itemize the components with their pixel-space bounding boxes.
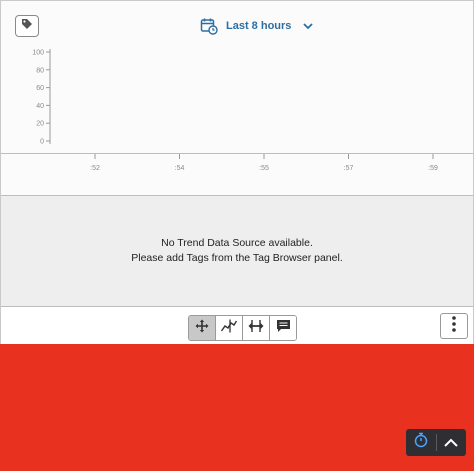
x-tick-label: :57 <box>344 165 354 172</box>
timer-button[interactable] <box>406 429 436 456</box>
x-tick-label: :55 <box>259 165 269 172</box>
red-panel <box>0 344 474 471</box>
chevron-up-icon <box>444 434 458 452</box>
move-arrows-icon <box>195 319 209 338</box>
empty-state-hint: Please add Tags from the Tag Browser pan… <box>131 252 343 264</box>
time-range-label: Last 8 hours <box>226 20 292 32</box>
horizontal-resize-icon <box>248 319 264 338</box>
chart-tool-group <box>188 315 297 341</box>
x-tick-label: :59 <box>428 165 438 172</box>
floating-controls <box>406 429 466 456</box>
y-tick-label: 60 <box>36 85 44 92</box>
pan-tool-button[interactable] <box>189 316 216 340</box>
trend-cursor-tool-button[interactable] <box>216 316 243 340</box>
zoom-range-tool-button[interactable] <box>243 316 270 340</box>
more-options-button[interactable] <box>440 313 468 339</box>
empty-state-title: No Trend Data Source available. <box>161 237 313 249</box>
chevron-down-icon <box>303 22 314 30</box>
y-tick-label: 20 <box>36 121 44 128</box>
annotation-tool-button[interactable] <box>270 316 296 340</box>
chart-toolbar <box>1 307 473 345</box>
trend-panel: Last 8 hours 100 80 60 40 20 0 :52:54:55:57:5… <box>0 0 474 345</box>
cursor-line-icon <box>220 319 238 338</box>
y-axis: 100 80 60 40 20 0 <box>32 49 51 146</box>
calendar-clock-icon <box>200 17 218 35</box>
y-tick-label: 0 <box>40 139 44 146</box>
time-range-selector[interactable]: Last 8 hours <box>200 15 314 37</box>
collapse-button[interactable] <box>437 429 467 456</box>
y-tick-label: 100 <box>32 50 44 57</box>
x-tick-label: :52 <box>90 165 100 172</box>
y-tick-label: 40 <box>36 103 44 110</box>
tag-browser-button[interactable] <box>15 15 39 37</box>
x-axis: :52 :54 :55 :57 :59 <box>1 154 473 195</box>
stopwatch-icon <box>414 432 428 453</box>
comment-icon <box>276 319 291 338</box>
x-tick-label: :54 <box>175 165 185 172</box>
vertical-ellipsis-icon <box>452 315 456 337</box>
tag-icon <box>21 17 33 35</box>
empty-state-panel: No Trend Data Source available. Please a… <box>1 196 473 306</box>
trend-chart[interactable]: 100 80 60 40 20 0 <box>1 41 473 153</box>
y-tick-label: 80 <box>36 67 44 74</box>
